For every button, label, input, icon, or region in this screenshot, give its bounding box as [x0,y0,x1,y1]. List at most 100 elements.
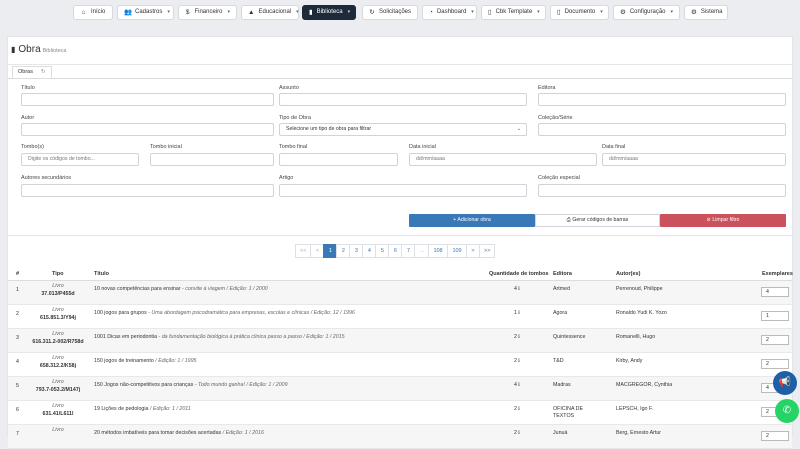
page-link[interactable]: >> [479,244,496,258]
row-titulo[interactable]: 150 Jogos não-competitivos para crianças… [94,382,288,388]
nav-biblioteca[interactable]: ▮ Biblioteca ▾ [302,5,356,20]
row-exemplares-input[interactable]: 2 [761,431,789,441]
page-link[interactable]: 4 [362,244,377,258]
assunto-input[interactable] [279,93,527,106]
info-icon[interactable]: ℹ [518,310,520,316]
table-row[interactable]: 2 Livro 615.851.3/Y94j 100 jogos para grupo… [8,305,792,329]
row-exemplares-input[interactable]: 2 [761,335,789,345]
page-link[interactable]: 2 [336,244,351,258]
page-title: ▮ Obra Biblioteca [11,44,67,55]
row-editora: Quintessence [553,334,586,340]
nav-label: Configuração [629,9,666,15]
tombo-final-input[interactable] [279,153,398,166]
row-titulo[interactable]: 1001 Dicas em periodontia - da fundament… [94,334,345,340]
page-link[interactable]: > [466,244,481,258]
nav-configura-o[interactable]: ⚙ Configuração ▾ [613,5,680,20]
page-link[interactable]: 109 [447,244,468,258]
nav-cadastros[interactable]: 👥 Cadastros ▾ [117,5,174,20]
nav-dashboard[interactable]: ◔ Dashboard ▾ [422,5,477,20]
nav-solicita-es[interactable]: ↻ Solicitações [362,5,418,20]
row-titulo-text: 10 novas competências para ensinar [94,286,181,292]
page-link[interactable]: 7 [401,244,416,258]
row-number: 6 [16,407,19,413]
info-icon[interactable]: ℹ [518,334,520,340]
table-row[interactable]: 3 Livro 616.311.2-002/R758d 1001 Dicas em p… [8,329,792,353]
artigo-input[interactable] [279,184,527,197]
nav-label: Sistema [700,9,723,15]
caret-down-icon: ▾ [471,9,474,15]
row-titulo-meta: - Todo mundo ganha! / Edição: 1 / 2009 [193,382,288,388]
add-obra-button[interactable]: + Adicionar obra [409,214,535,227]
refresh-icon[interactable]: ↻ [41,67,46,78]
title-divider [8,64,792,65]
table-row[interactable]: 6 Livro 631.41/L611l 19 Lições de pedologia… [8,401,792,425]
table-row[interactable]: 4 Livro 658.312.2/K58j 150 jogos de treinam… [8,353,792,377]
tombo-inicial-input[interactable] [150,153,274,166]
row-titulo[interactable]: 10 novas competências para ensinar - con… [94,286,268,292]
nav-label: Solicitações [378,9,411,15]
row-quantidade-value: 2 [514,334,517,340]
page-link[interactable]: 1 [323,244,338,258]
page-link[interactable]: 5 [375,244,390,258]
nav-sistema[interactable]: ⚙ Sistema [684,5,728,20]
data-final-input[interactable]: dd/mm/aaaa [602,153,786,166]
data-inicial-label: Data inicial [409,144,436,150]
row-titulo[interactable]: 100 jogos para grupos - Uma abordagem ps… [94,310,355,316]
gear-icon: ⚙ [620,9,626,16]
row-exemplares-input[interactable]: 1 [761,311,789,321]
row-titulo-text: 150 jogos de treinamento [94,358,154,364]
tombos-input[interactable]: Digite os códigos de tombo... [21,153,139,166]
tombo-final-label: Tombo final [279,144,308,150]
row-exemplares-input[interactable]: 4 [761,287,789,297]
generate-barcodes-button[interactable]: ⎙ Gerar códigos de barras [535,214,660,227]
row-quantidade-value: 1 [514,310,517,316]
nav-cbk-template[interactable]: ▯ Cbk Template ▾ [481,5,546,20]
titulo-label: Título [21,85,35,91]
nav-in-cio[interactable]: ⌂ Início [73,5,113,20]
autores-secundarios-input[interactable] [21,184,274,197]
col-titulo: Título [94,271,109,277]
row-editora: Madras [553,382,571,388]
row-codigo: 616.311.2-002/R758d [32,339,84,345]
data-inicial-input[interactable]: dd/mm/aaaa [409,153,597,166]
row-tipo: Livro [52,307,64,313]
colecao-serie-label: Coleção/Série [538,115,573,121]
page-link[interactable]: 108 [428,244,449,258]
page-link[interactable]: < [310,244,325,258]
titulo-input[interactable] [21,93,274,106]
nav-documento[interactable]: ▯ Documento ▾ [550,5,609,20]
nav-educacional[interactable]: ▲ Educacional ▾ [241,5,299,20]
row-exemplares-input[interactable]: 2 [761,359,789,369]
announcement-button[interactable]: 📢 [773,371,797,395]
whatsapp-button[interactable]: ✆ [775,399,799,423]
table-row[interactable]: 7 Livro 20 métodos imbatíveis para tomar d… [8,425,792,449]
page-link[interactable]: << [295,244,312,258]
row-tipo: Livro [52,379,64,385]
info-icon[interactable]: ℹ [518,358,520,364]
tipo-obra-select[interactable]: Selecione um tipo de obra para filtrar ⌄ [279,123,527,136]
table-row[interactable]: 5 Livro 793.7-053.2/M147j 150 Jogos não-com… [8,377,792,401]
nav-label: Financeiro [194,9,223,15]
autor-input[interactable] [21,123,274,136]
tab-divider [8,78,792,79]
nav-financeiro[interactable]: $ Financeiro ▾ [178,5,237,20]
clear-filter-button[interactable]: ⊘ Limpar filtro [660,214,786,227]
form-divider [8,235,792,236]
editora-input[interactable] [538,93,786,106]
book-icon: ▮ [309,9,313,16]
page-link[interactable]: 3 [349,244,364,258]
info-icon[interactable]: ℹ [518,382,520,388]
colecao-serie-input[interactable] [538,123,786,136]
colecao-especial-input[interactable] [538,184,786,197]
table-row[interactable]: 1 Livro 37.013/P455d 10 novas competências … [8,281,792,305]
row-titulo[interactable]: 19 Lições de pedologia / Edição: 1 / 201… [94,406,191,412]
row-quantidade: 2ℹ [514,334,520,340]
tipo-obra-label: Tipo de Obra [279,115,311,121]
info-icon[interactable]: ℹ [518,406,520,412]
nav-label: Início [91,9,106,15]
row-titulo[interactable]: 150 jogos de treinamento / Edição: 1 / 1… [94,358,196,364]
row-autor: LEPSCH, Igo F. [616,406,654,412]
page-link[interactable]: 6 [388,244,403,258]
row-codigo: 658.312.2/K58j [39,363,77,369]
info-icon[interactable]: ℹ [518,286,520,292]
